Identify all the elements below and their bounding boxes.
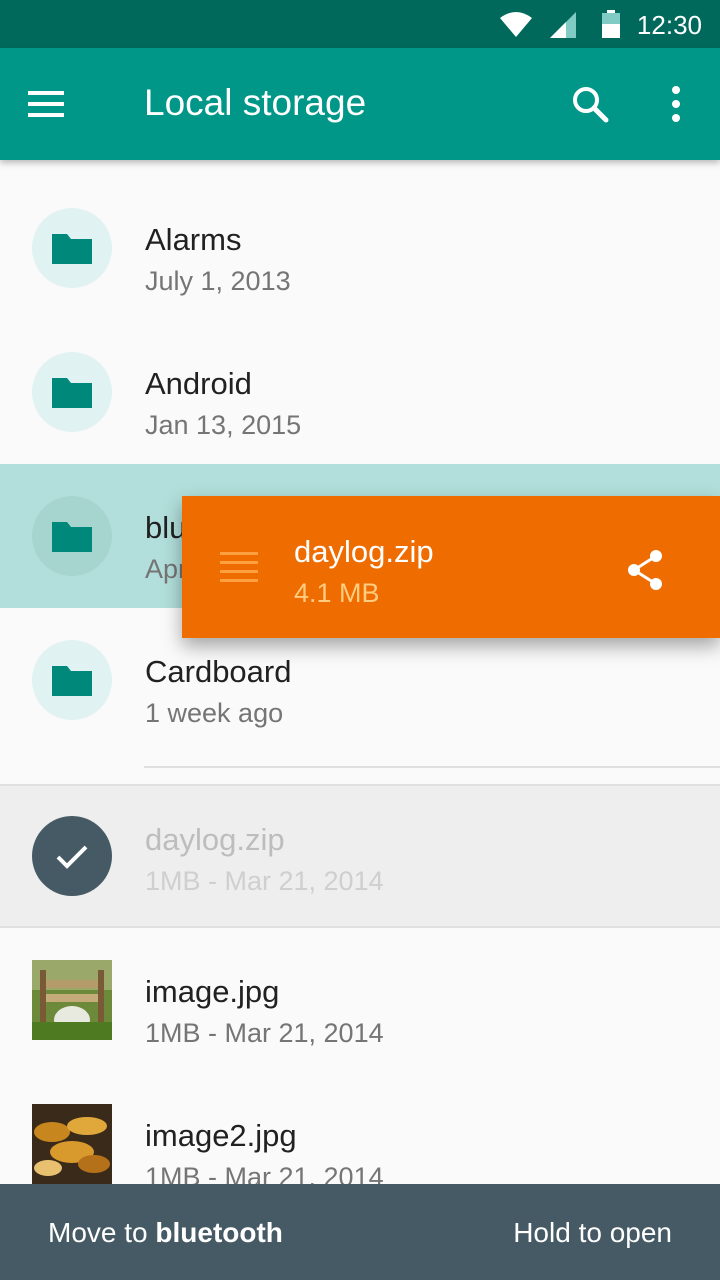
- move-prefix: Move to: [48, 1217, 156, 1248]
- folder-row-alarms[interactable]: Alarms July 1, 2013: [0, 176, 720, 320]
- folder-date: Apr: [145, 554, 188, 584]
- hold-hint: Hold to open: [513, 1217, 672, 1248]
- file-meta: 1MB - Mar 21, 2014: [145, 866, 384, 896]
- folder-name: Alarms: [145, 222, 242, 257]
- folder-icon: [52, 378, 92, 408]
- folder-avatar: [32, 640, 112, 720]
- clock: 12:30: [636, 10, 702, 40]
- file-row-selected[interactable]: daylog.zip 1MB - Mar 21, 2014: [0, 784, 720, 928]
- menu-button[interactable]: [22, 80, 70, 128]
- folder-name: Cardboard: [145, 654, 292, 689]
- hamburger-menu-icon: [28, 91, 64, 117]
- file-row-image[interactable]: image.jpg 1MB - Mar 21, 2014: [0, 928, 720, 1072]
- list-divider: [144, 766, 720, 768]
- selected-check-avatar: [32, 816, 112, 896]
- drag-handle-icon[interactable]: [220, 552, 258, 582]
- folder-avatar: [32, 352, 112, 432]
- folder-name: blu: [145, 510, 187, 545]
- file-name: image2.jpg: [145, 1118, 297, 1153]
- cell-signal-icon: [550, 12, 576, 38]
- folder-icon: [52, 522, 92, 552]
- share-button[interactable]: [622, 546, 670, 594]
- search-icon: [573, 87, 609, 123]
- wifi-icon: [500, 12, 532, 37]
- folder-date: 1 week ago: [145, 698, 284, 728]
- share-icon: [628, 550, 662, 590]
- more-options-button[interactable]: [652, 80, 700, 128]
- status-bar: 12:30: [0, 0, 720, 48]
- image-thumbnail: [32, 1104, 112, 1184]
- file-meta: 1MB - Mar 21, 2014: [145, 1018, 384, 1048]
- move-hint: Move to bluetooth: [48, 1217, 283, 1249]
- more-vert-icon: [672, 86, 680, 122]
- move-target: bluetooth: [155, 1217, 283, 1248]
- folder-icon: [52, 666, 92, 696]
- page-title: Local storage: [144, 82, 367, 123]
- folder-row-android[interactable]: Android Jan 13, 2015: [0, 320, 720, 464]
- image-thumbnail: [32, 960, 112, 1040]
- dragged-file-card[interactable]: daylog.zip 4.1 MB: [182, 496, 720, 638]
- battery-icon: [602, 10, 620, 38]
- check-icon: [56, 845, 88, 869]
- folder-icon: [52, 234, 92, 264]
- dragged-file-size: 4.1 MB: [294, 578, 380, 608]
- folder-name: Android: [145, 366, 252, 401]
- folder-date: July 1, 2013: [145, 266, 291, 296]
- app-bar: Local storage: [0, 48, 720, 160]
- drag-hint-bar: Move to bluetooth Hold to open: [0, 1184, 720, 1280]
- folder-avatar: [32, 208, 112, 288]
- folder-date: Jan 13, 2015: [145, 410, 302, 440]
- dragged-file-name: daylog.zip: [294, 534, 434, 569]
- file-name: image.jpg: [145, 974, 280, 1009]
- file-name: daylog.zip: [145, 822, 285, 857]
- folder-avatar: [32, 496, 112, 576]
- search-button[interactable]: [566, 80, 614, 128]
